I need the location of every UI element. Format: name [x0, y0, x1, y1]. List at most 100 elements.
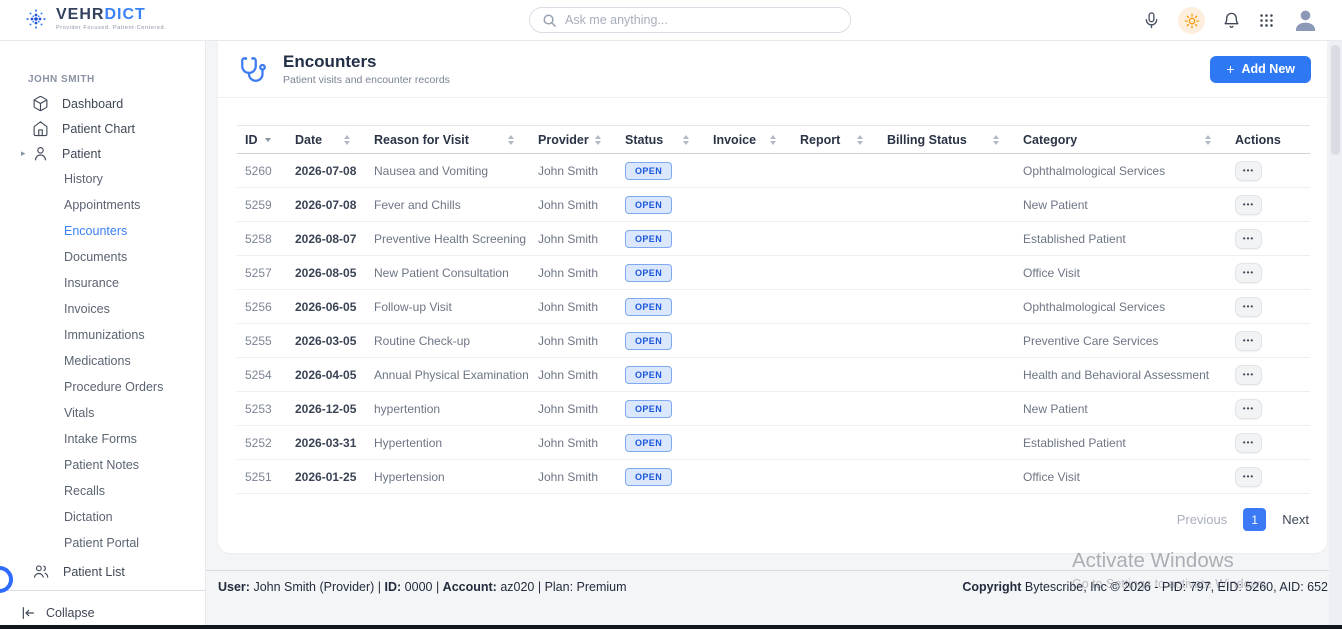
row-actions-button[interactable]: ••• [1235, 399, 1262, 419]
column-header[interactable]: ID [237, 126, 287, 154]
sidebar-item-patient[interactable]: ▸ Patient [0, 141, 205, 166]
sidebar-subitem[interactable]: Intake Forms [0, 426, 205, 452]
column-header-label: Reason for Visit [374, 133, 469, 147]
sidebar-subitem[interactable]: Insurance [0, 270, 205, 296]
sidebar-subitem[interactable]: Invoices [0, 296, 205, 322]
pagination-page-1[interactable]: 1 [1243, 508, 1266, 531]
column-header[interactable]: Provider [530, 126, 617, 154]
add-new-button[interactable]: + Add New [1210, 56, 1311, 83]
column-header[interactable]: Status [617, 126, 705, 154]
user-avatar[interactable] [1292, 7, 1319, 34]
apps-grid-icon[interactable] [1258, 12, 1275, 29]
cell-provider: John Smith [530, 222, 617, 256]
status-badge: OPEN [625, 468, 672, 486]
cell-date: 2026-01-25 [287, 460, 366, 494]
sidebar-subitem[interactable]: Patient Portal [0, 530, 205, 556]
cell-actions: ••• [1227, 392, 1310, 426]
column-header[interactable]: Date [287, 126, 366, 154]
ellipsis-icon: ••• [1243, 200, 1254, 209]
cell-provider: John Smith [530, 392, 617, 426]
sidebar-subitem[interactable]: Encounters [0, 218, 205, 244]
sidebar-subitem[interactable]: Patient Notes [0, 452, 205, 478]
collapse-label: Collapse [46, 606, 95, 620]
sort-icon [265, 138, 271, 142]
cell-billing-status [879, 358, 1015, 392]
cell-actions: ••• [1227, 222, 1310, 256]
vertical-scrollbar-thumb[interactable] [1331, 45, 1340, 155]
cell-actions: ••• [1227, 324, 1310, 358]
cell-invoice [705, 154, 792, 188]
home-icon [32, 120, 49, 137]
sidebar-item-label: Patient Chart [62, 122, 135, 136]
theme-sun-icon[interactable] [1178, 7, 1205, 34]
cell-invoice [705, 290, 792, 324]
cell-invoice [705, 358, 792, 392]
cell-category: Established Patient [1015, 426, 1227, 460]
sidebar-subitem[interactable]: Medications [0, 348, 205, 374]
row-actions-button[interactable]: ••• [1235, 331, 1262, 351]
column-header[interactable]: Report [792, 126, 879, 154]
pagination-previous[interactable]: Previous [1177, 512, 1228, 527]
cell-reason: Nausea and Vomiting [366, 154, 530, 188]
sidebar-item-patient-chart[interactable]: Patient Chart [0, 116, 205, 141]
sort-icon [770, 135, 776, 145]
sidebar-subitem[interactable]: Immunizations [0, 322, 205, 348]
notifications-bell-icon[interactable] [1222, 10, 1241, 31]
row-actions-button[interactable]: ••• [1235, 365, 1262, 385]
row-actions-button[interactable]: ••• [1235, 297, 1262, 317]
cell-category: Ophthalmological Services [1015, 154, 1227, 188]
sidebar-subitem[interactable]: Vitals [0, 400, 205, 426]
sidebar-item-dashboard[interactable]: Dashboard [0, 91, 205, 116]
sidebar-subitem[interactable]: Appointments [0, 192, 205, 218]
sidebar-subitem-label: Recalls [64, 484, 105, 498]
sidebar-subitem[interactable]: Documents [0, 244, 205, 270]
cell-reason: Preventive Health Screening [366, 222, 530, 256]
cell-date: 2026-04-05 [287, 358, 366, 392]
cell-id: 5255 [237, 324, 287, 358]
column-header[interactable]: Invoice [705, 126, 792, 154]
sidebar-subitem[interactable]: Procedure Orders [0, 374, 205, 400]
pagination-next[interactable]: Next [1282, 512, 1309, 527]
cube-icon [32, 95, 49, 112]
column-header-label: Billing Status [887, 133, 967, 147]
column-header[interactable]: Actions [1227, 126, 1310, 154]
ellipsis-icon: ••• [1243, 472, 1254, 481]
sidebar-subitem[interactable]: History [0, 166, 205, 192]
cell-provider: John Smith [530, 426, 617, 460]
row-actions-button[interactable]: ••• [1235, 161, 1262, 181]
row-actions-button[interactable]: ••• [1235, 229, 1262, 249]
sidebar-subitem[interactable]: Dictation [0, 504, 205, 530]
cell-id: 5253 [237, 392, 287, 426]
sidebar-item-patient-list[interactable]: Patient List [0, 559, 205, 584]
row-actions-button[interactable]: ••• [1235, 467, 1262, 487]
column-header[interactable]: Reason for Visit [366, 126, 530, 154]
cell-category: Office Visit [1015, 460, 1227, 494]
cell-actions: ••• [1227, 154, 1310, 188]
collapse-icon [20, 605, 36, 621]
column-header[interactable]: Billing Status [879, 126, 1015, 154]
table-row: 5258 2026-08-07 Preventive Health Screen… [237, 222, 1310, 256]
cell-report [792, 290, 879, 324]
search-input[interactable] [565, 13, 838, 27]
microphone-icon[interactable] [1142, 9, 1161, 32]
sidebar-subitem[interactable]: Recalls [0, 478, 205, 504]
cell-provider: John Smith [530, 290, 617, 324]
row-actions-button[interactable]: ••• [1235, 263, 1262, 283]
stethoscope-icon [240, 56, 267, 83]
brand-logo[interactable]: VEHRDICT Provider Focused. Patient-Cente… [24, 6, 166, 32]
cell-billing-status [879, 256, 1015, 290]
column-header[interactable]: Category [1015, 126, 1227, 154]
row-actions-button[interactable]: ••• [1235, 195, 1262, 215]
cell-actions: ••• [1227, 426, 1310, 460]
sidebar-subitem-label: Vitals [64, 406, 94, 420]
sidebar-subitem-label: Insurance [64, 276, 119, 290]
cell-id: 5254 [237, 358, 287, 392]
cell-status: OPEN [617, 188, 705, 222]
brand-wordmark: VEHRDICT [56, 6, 166, 24]
collapse-button[interactable]: Collapse [0, 591, 205, 621]
cell-id: 5252 [237, 426, 287, 460]
encounters-card: Encounters Patient visits and encounter … [218, 41, 1327, 553]
row-actions-button[interactable]: ••• [1235, 433, 1262, 453]
cell-invoice [705, 324, 792, 358]
table-row: 5252 2026-03-31 Hypertention John Smith … [237, 426, 1310, 460]
